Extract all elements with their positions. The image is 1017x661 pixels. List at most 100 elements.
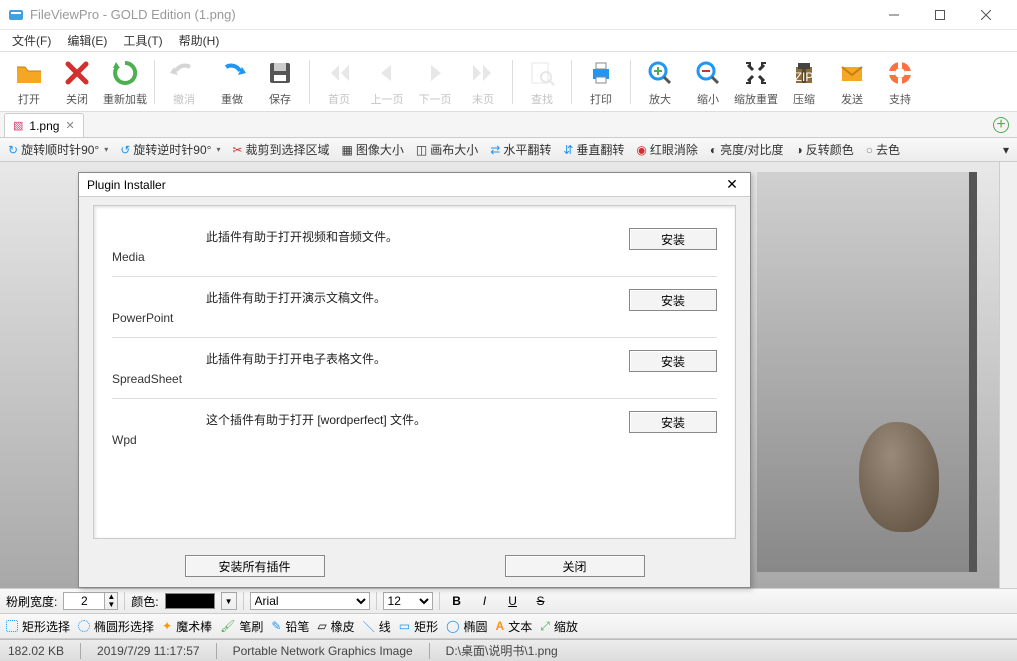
plugin-row-spreadsheet: SpreadSheet 此插件有助于打开电子表格文件。 安装 xyxy=(112,338,717,399)
zoom-in-button[interactable]: 放大 xyxy=(637,55,683,109)
font-size-select[interactable]: 12 xyxy=(383,592,433,610)
menu-help[interactable]: 帮助(H) xyxy=(171,30,228,51)
underline-button[interactable]: U xyxy=(502,591,524,611)
print-button[interactable]: 打印 xyxy=(578,55,624,109)
file-tab[interactable]: ▧ 1.png ✕ xyxy=(4,113,84,137)
italic-button[interactable]: I xyxy=(474,591,496,611)
bold-button[interactable]: B xyxy=(446,591,468,611)
zoom-out-icon xyxy=(692,57,724,89)
menubar: 文件(F) 编辑(E) 工具(T) 帮助(H) xyxy=(0,30,1017,52)
image-toolbar: ↻旋转顺时针90° ↺旋转逆时针90° ✂裁剪到选择区域 ▦图像大小 ◫画布大小… xyxy=(0,138,1017,162)
install-button[interactable]: 安装 xyxy=(629,289,717,311)
status-filetype: Portable Network Graphics Image xyxy=(233,644,413,658)
font-select[interactable]: Arial xyxy=(250,592,370,610)
brush-width-input[interactable]: ▲▼ xyxy=(63,592,118,610)
pencil-button[interactable]: ✎铅笔 xyxy=(271,618,309,635)
invert-button[interactable]: ◑反转颜色 xyxy=(792,141,858,158)
redeye-button[interactable]: ◉红眼消除 xyxy=(632,141,702,158)
wand-icon: ✦ xyxy=(162,619,172,633)
send-button[interactable]: 发送 xyxy=(829,55,875,109)
zip-button[interactable]: ZIP压缩 xyxy=(781,55,827,109)
find-icon xyxy=(526,57,558,89)
strike-button[interactable]: S xyxy=(530,591,552,611)
dialog-close-button[interactable]: ✕ xyxy=(722,176,742,193)
color-dropdown[interactable]: ▼ xyxy=(221,592,237,610)
zoom-out-button[interactable]: 缩小 xyxy=(685,55,731,109)
rotate-ccw-button[interactable]: ↺旋转逆时针90° xyxy=(116,141,224,158)
eraser-button[interactable]: ▱橡皮 xyxy=(317,618,354,635)
dialog-body: Media 此插件有助于打开视频和音频文件。 安装 PowerPoint 此插件… xyxy=(93,205,736,539)
last-page-button[interactable]: 末页 xyxy=(460,55,506,109)
brush-button[interactable]: 🖌笔刷 xyxy=(220,618,263,635)
app-icon xyxy=(8,7,24,23)
open-button[interactable]: 打开 xyxy=(6,55,52,109)
menu-file[interactable]: 文件(F) xyxy=(4,30,59,51)
desaturate-button[interactable]: ○去色 xyxy=(862,141,904,158)
vertical-scrollbar[interactable] xyxy=(999,162,1017,588)
close-button[interactable]: 关闭 xyxy=(54,55,100,109)
plugin-row-powerpoint: PowerPoint 此插件有助于打开演示文稿文件。 安装 xyxy=(112,277,717,338)
flip-v-button[interactable]: ⇵垂直翻转 xyxy=(559,141,628,158)
status-bar: 182.02 KB 2019/7/29 11:17:57 Portable Ne… xyxy=(0,639,1017,661)
menu-edit[interactable]: 编辑(E) xyxy=(59,30,115,51)
ellipse-select-button[interactable]: 椭圆形选择 xyxy=(78,618,154,635)
first-page-button[interactable]: 首页 xyxy=(316,55,362,109)
separator xyxy=(512,60,513,104)
rect-shape-button[interactable]: ▭矩形 xyxy=(399,618,438,635)
zoom-tool-icon: ⤢ xyxy=(540,619,550,634)
flip-h-button[interactable]: ⇄水平翻转 xyxy=(486,141,555,158)
redo-button[interactable]: 重做 xyxy=(209,55,255,109)
text-icon: A xyxy=(496,619,505,633)
window-title: FileViewPro - GOLD Edition (1.png) xyxy=(30,7,871,22)
minimize-button[interactable] xyxy=(871,0,917,30)
canvas-size-button[interactable]: ◫画布大小 xyxy=(412,141,482,158)
image-size-button[interactable]: ▦图像大小 xyxy=(338,141,408,158)
zoom-tool-button[interactable]: ⤢缩放 xyxy=(540,618,578,635)
toolbar-overflow-button[interactable]: ▾ xyxy=(999,143,1013,157)
zoom-reset-button[interactable]: 缩放重置 xyxy=(733,55,779,109)
eraser-icon: ▱ xyxy=(317,619,326,633)
support-button[interactable]: 支持 xyxy=(877,55,923,109)
separator xyxy=(571,60,572,104)
first-icon xyxy=(323,57,355,89)
brightness-contrast-button[interactable]: ◐亮度/对比度 xyxy=(706,141,788,158)
line-icon: ＼ xyxy=(363,618,375,635)
ellipse-shape-button[interactable]: ◯椭圆 xyxy=(446,618,487,635)
rotate-cw-icon: ↻ xyxy=(8,143,18,157)
shape-toolbar: 矩形选择 椭圆形选择 ✦魔术棒 🖌笔刷 ✎铅笔 ▱橡皮 ＼线 ▭矩形 ◯椭圆 A… xyxy=(0,614,1017,639)
plugin-name: SpreadSheet xyxy=(112,350,206,386)
rotate-ccw-icon: ↺ xyxy=(120,143,130,157)
rotate-cw-button[interactable]: ↻旋转顺时针90° xyxy=(4,141,112,158)
line-button[interactable]: ＼线 xyxy=(363,618,391,635)
maximize-button[interactable] xyxy=(917,0,963,30)
next-page-button[interactable]: 下一页 xyxy=(412,55,458,109)
prev-page-button[interactable]: 上一页 xyxy=(364,55,410,109)
menu-tools[interactable]: 工具(T) xyxy=(115,30,170,51)
contrast-icon: ◐ xyxy=(710,143,717,157)
support-icon xyxy=(884,57,916,89)
dialog-cancel-button[interactable]: 关闭 xyxy=(505,555,645,577)
close-tab-icon[interactable]: ✕ xyxy=(65,119,74,132)
dialog-titlebar[interactable]: Plugin Installer ✕ xyxy=(79,173,750,197)
add-tab-button[interactable]: + xyxy=(993,117,1009,133)
separator xyxy=(154,60,155,104)
save-button[interactable]: 保存 xyxy=(257,55,303,109)
install-button[interactable]: 安装 xyxy=(629,350,717,372)
text-button[interactable]: A文本 xyxy=(496,618,533,635)
magic-wand-button[interactable]: ✦魔术棒 xyxy=(162,618,212,635)
undo-button[interactable]: 撤消 xyxy=(161,55,207,109)
rect-select-button[interactable]: 矩形选择 xyxy=(6,618,70,635)
separator xyxy=(630,60,631,104)
crop-button[interactable]: ✂裁剪到选择区域 xyxy=(228,141,333,158)
dialog-footer: 安装所有插件 关闭 xyxy=(79,555,750,577)
reload-button[interactable]: 重新加载 xyxy=(102,55,148,109)
install-button[interactable]: 安装 xyxy=(629,411,717,433)
install-button[interactable]: 安装 xyxy=(629,228,717,250)
brush-bar: 粉刷宽度: ▲▼ 颜色: ▼ Arial 12 B I U S xyxy=(0,588,1017,614)
prev-icon xyxy=(371,57,403,89)
find-button[interactable]: 查找 xyxy=(519,55,565,109)
install-all-button[interactable]: 安装所有插件 xyxy=(185,555,325,577)
close-window-button[interactable] xyxy=(963,0,1009,30)
image-size-icon: ▦ xyxy=(342,143,353,157)
color-swatch[interactable] xyxy=(165,593,215,609)
